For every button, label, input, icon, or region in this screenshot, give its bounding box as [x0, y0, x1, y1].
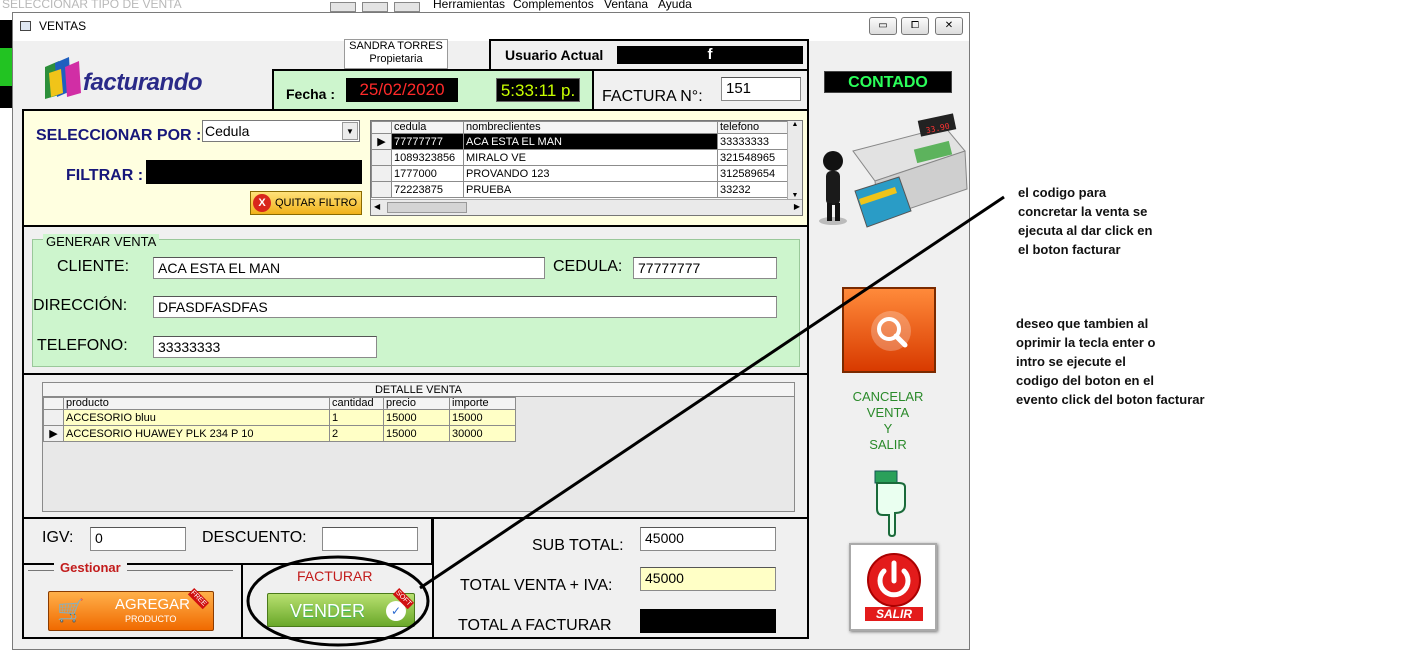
annotation-note-1: el codigo para concretar la venta se eje… [1018, 185, 1153, 257]
annotation-note-2: deseo que tambien al oprimir la tecla en… [1016, 316, 1205, 407]
